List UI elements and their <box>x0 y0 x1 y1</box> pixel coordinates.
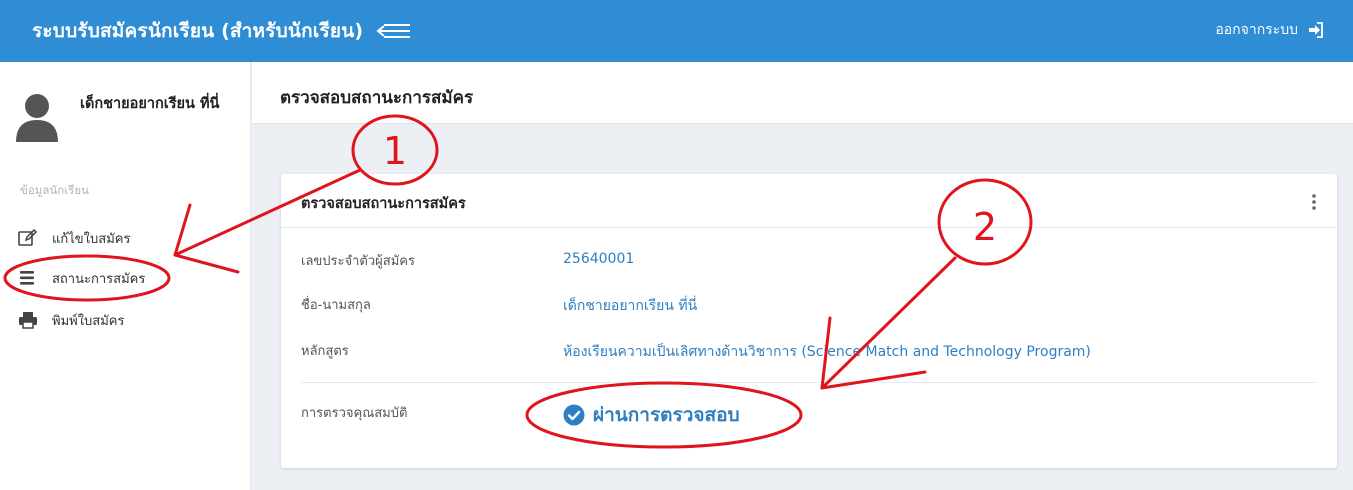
card-title: ตรวจสอบสถานะการสมัคร <box>301 196 466 212</box>
sidebar-item-application-status[interactable]: สถานะการสมัคร <box>18 266 145 290</box>
user-name: เด็กชายอยากเรียน ที่นี่ <box>80 96 220 112</box>
full-name-value: เด็กชายอยากเรียน ที่นี่ <box>563 298 698 314</box>
card-header: ตรวจสอบสถานะการสมัคร <box>281 174 1337 228</box>
logout-label: ออกจากระบบ <box>1215 22 1298 38</box>
sidebar-item-label: พิมพ์ใบสมัคร <box>52 313 125 329</box>
user-avatar-icon <box>16 94 58 142</box>
qualification-status-text: ผ่านการตรวจสอบ <box>593 404 740 426</box>
top-navbar: ระบบรับสมัครนักเรียน (สำหรับนักเรียน) ออ… <box>0 0 1353 62</box>
sidebar-section-label: ข้อมูลนักเรียน <box>20 183 89 197</box>
qualification-check-label: การตรวจคุณสมบัติ <box>301 406 408 421</box>
content-header: ตรวจสอบสถานะการสมัคร <box>252 62 1353 124</box>
edit-icon <box>18 229 38 246</box>
annotation-marker-1: 1 <box>383 129 407 173</box>
divider <box>301 382 1317 383</box>
print-icon <box>19 312 37 329</box>
program-value: ห้องเรียนความเป็นเลิศทางด้านวิชาการ (Sci… <box>563 344 1091 360</box>
more-options-icon[interactable] <box>1309 192 1319 212</box>
qualification-status-badge: ผ่านการตรวจสอบ <box>563 400 740 430</box>
app-title: ระบบรับสมัครนักเรียน (สำหรับนักเรียน) <box>32 20 364 42</box>
program-label: หลักสูตร <box>301 344 349 359</box>
sidebar-item-print-application[interactable]: พิมพ์ใบสมัคร <box>18 308 125 332</box>
menu-toggle-icon[interactable] <box>374 19 414 43</box>
applicant-id-label: เลขประจำตัวผู้สมัคร <box>301 254 415 269</box>
list-icon <box>20 271 34 285</box>
sidebar-item-label: แก้ไขใบสมัคร <box>52 231 131 247</box>
sidebar-item-edit-application[interactable]: แก้ไขใบสมัคร <box>18 226 130 250</box>
sidebar-item-label: สถานะการสมัคร <box>52 271 146 287</box>
sidebar: เด็กชายอยากเรียน ที่นี่ ข้อมูลนักเรียน แ… <box>0 62 251 490</box>
logout-button[interactable]: ออกจากระบบ <box>1215 19 1323 41</box>
applicant-id-value: 25640001 <box>563 251 635 267</box>
sign-out-icon <box>1309 22 1323 38</box>
page-title: ตรวจสอบสถานะการสมัคร <box>280 88 474 108</box>
user-panel: เด็กชายอยากเรียน ที่นี่ <box>14 90 244 150</box>
check-circle-icon <box>563 404 585 426</box>
full-name-label: ชื่อ-นามสกุล <box>301 298 371 313</box>
status-card: ตรวจสอบสถานะการสมัคร เลขประจำตัวผู้สมัคร… <box>281 174 1337 468</box>
